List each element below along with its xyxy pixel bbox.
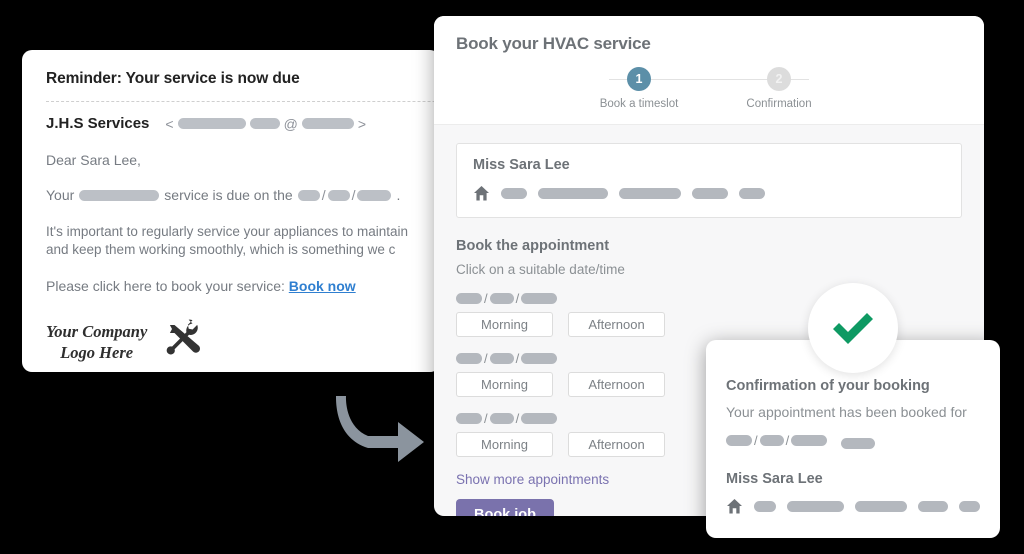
email-sender-name: J.H.S Services <box>46 115 150 132</box>
at-symbol: @ <box>283 115 298 132</box>
show-more-appointments-link[interactable]: Show more appointments <box>456 472 609 487</box>
slot-afternoon-button-1[interactable]: Afternoon <box>568 312 665 337</box>
step-indicator: 1 Book a timeslot 2 Confirmation <box>456 67 962 114</box>
booking-panel-header: Book your HVAC service 1 Book a timeslot… <box>434 16 984 125</box>
email-company-logo: Your Company Logo Here <box>46 316 440 367</box>
redacted-day <box>726 435 752 446</box>
redacted-email-user <box>177 118 246 129</box>
confirmation-datetime-redacted: / / <box>726 433 980 454</box>
redacted-year <box>521 293 558 304</box>
section-subtitle: Click on a suitable date/time <box>456 262 625 277</box>
redacted-month <box>489 413 514 424</box>
email-sender-address-redacted: < @ > <box>165 116 366 132</box>
redacted-month <box>327 189 350 201</box>
redacted-year <box>521 353 558 364</box>
angle-bracket-close: > <box>357 115 366 132</box>
redacted-address-line-3 <box>855 501 907 512</box>
redacted-year <box>521 413 558 424</box>
step-2-label: Confirmation <box>746 98 812 110</box>
redacted-address-line-2 <box>786 501 845 512</box>
redacted-year <box>791 435 828 446</box>
redacted-email-user2 <box>249 118 280 129</box>
page-title: Book your HVAC service <box>456 34 651 53</box>
step-2-circle: 2 <box>767 67 791 91</box>
email-cta-line: Please click here to book your service: … <box>46 278 440 294</box>
logo-placeholder-text: Your Company Logo Here <box>46 321 148 362</box>
email-greeting: Dear Sara Lee, <box>46 152 141 168</box>
redacted-day <box>456 413 482 424</box>
angle-bracket-open: < <box>165 115 174 132</box>
customer-info-box: Miss Sara Lee <box>456 143 962 218</box>
redacted-address-postcode <box>958 501 981 512</box>
home-icon <box>726 498 743 515</box>
email-from-row: J.H.S Services < @ > <box>46 115 440 132</box>
redacted-address-line-4 <box>692 188 728 199</box>
green-checkmark-icon <box>808 283 898 373</box>
email-divider <box>46 101 440 102</box>
curved-arrow-right-icon <box>332 392 424 475</box>
slot-afternoon-button-3[interactable]: Afternoon <box>568 432 665 457</box>
slot-afternoon-button-2[interactable]: Afternoon <box>568 372 665 397</box>
redacted-month <box>759 435 784 446</box>
confirmation-message: Your appointment has been booked for <box>726 404 967 420</box>
redacted-day <box>297 189 320 201</box>
redacted-address-line-2 <box>538 188 608 199</box>
email-body-text: It's important to regularly service your… <box>46 224 408 257</box>
redacted-day <box>456 293 482 304</box>
redacted-address-line-3 <box>619 188 681 199</box>
confirmation-title: Confirmation of your booking <box>726 378 930 394</box>
email-preview-card: Reminder: Your service is now due J.H.S … <box>22 50 440 372</box>
step-book-a-timeslot[interactable]: 1 Book a timeslot <box>569 67 709 110</box>
wrench-screwdriver-icon <box>161 316 207 367</box>
due-middle: service is due on the <box>164 187 293 203</box>
confirmation-address-redacted <box>726 498 981 515</box>
redacted-service-type <box>79 189 160 201</box>
confirmation-customer-name: Miss Sara Lee <box>726 471 823 487</box>
redacted-confirmation-time <box>841 438 876 449</box>
book-now-link[interactable]: Book now <box>289 278 356 294</box>
book-job-button[interactable]: Book job <box>456 499 555 516</box>
slot-morning-button-1[interactable]: Morning <box>456 312 553 337</box>
customer-name: Miss Sara Lee <box>473 157 570 173</box>
section-title: Book the appointment <box>456 238 610 254</box>
redacted-address-postcode <box>739 188 765 199</box>
step-1-circle: 1 <box>627 67 651 91</box>
redacted-due-date: / / <box>297 187 392 203</box>
step-confirmation[interactable]: 2 Confirmation <box>709 67 849 110</box>
step-1-label: Book a timeslot <box>599 98 679 110</box>
redacted-address-line-4 <box>917 501 948 512</box>
email-subject: Reminder: Your service is now due <box>46 70 300 87</box>
email-cta-text: Please click here to book your service: <box>46 278 285 294</box>
home-icon <box>473 185 490 202</box>
slot-morning-button-2[interactable]: Morning <box>456 372 553 397</box>
due-suffix: . <box>396 187 401 203</box>
redacted-confirmation-date: / / <box>726 433 828 448</box>
redacted-month <box>489 353 514 364</box>
redacted-day <box>456 353 482 364</box>
redacted-email-domain <box>301 118 354 129</box>
slot-morning-button-3[interactable]: Morning <box>456 432 553 457</box>
redacted-address-line-1 <box>501 188 527 199</box>
redacted-month <box>489 293 514 304</box>
redacted-year <box>357 189 392 201</box>
due-prefix: Your <box>46 187 75 203</box>
email-due-line: Your service is due on the / / . <box>46 187 440 203</box>
customer-address-redacted <box>473 185 945 202</box>
redacted-address-line-1 <box>754 501 776 512</box>
